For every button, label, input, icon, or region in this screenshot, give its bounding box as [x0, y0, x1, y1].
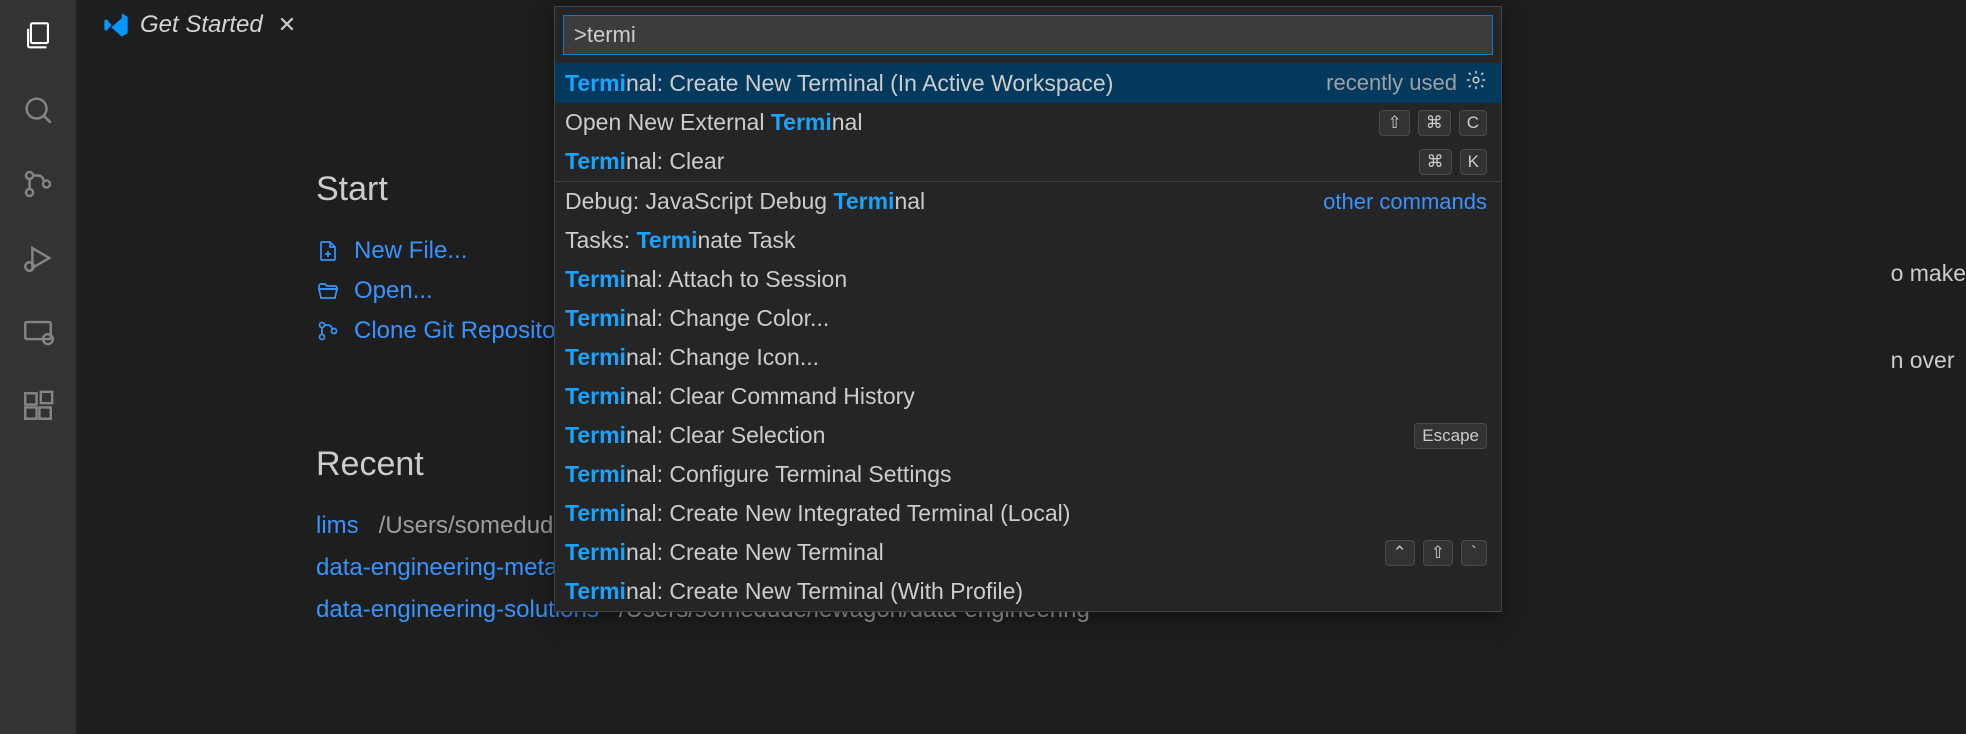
command-item-label: Debug: JavaScript Debug Terminal	[565, 188, 925, 215]
recently-used-hint: recently used	[1326, 70, 1457, 96]
command-item-label: Terminal: Create New Terminal (With Prof…	[565, 578, 1023, 605]
keybinding-key: `	[1461, 540, 1487, 566]
command-palette-item[interactable]: Terminal: Configure Terminal Settings	[555, 455, 1501, 494]
vscode-logo-icon	[102, 11, 130, 39]
keybinding-key: ⇧	[1423, 540, 1453, 566]
keybinding-key: ⌃	[1385, 540, 1415, 566]
run-debug-icon[interactable]	[20, 240, 56, 276]
command-item-label: Tasks: Terminate Task	[565, 227, 796, 254]
open-label: Open...	[354, 277, 433, 305]
command-palette: Terminal: Create New Terminal (In Active…	[554, 6, 1502, 612]
search-icon[interactable]	[20, 92, 56, 128]
tab-title: Get Started	[140, 11, 263, 39]
command-palette-item[interactable]: Tasks: Terminate Task	[555, 221, 1501, 260]
keybinding-key: C	[1459, 110, 1487, 136]
other-commands-hint: other commands	[1323, 189, 1487, 215]
keybinding-key: ⇧	[1379, 110, 1409, 136]
command-item-label: Terminal: Create New Integrated Terminal…	[565, 500, 1070, 527]
command-item-label: Terminal: Clear	[565, 148, 724, 175]
new-file-icon	[316, 239, 340, 263]
command-item-label: Open New External Terminal	[565, 109, 862, 136]
command-item-label: Terminal: Clear Command History	[565, 383, 915, 410]
command-palette-item[interactable]: Terminal: Create New Integrated Terminal…	[555, 494, 1501, 533]
command-palette-item[interactable]: Debug: JavaScript Debug Terminal other co…	[555, 181, 1501, 221]
folder-open-icon	[316, 279, 340, 303]
command-palette-item[interactable]: Terminal: Clear ⌘ K	[555, 142, 1501, 181]
command-palette-item[interactable]: Terminal: Clear Command History	[555, 377, 1501, 416]
command-palette-item[interactable]: Terminal: Create New Terminal ⌃ ⇧ `	[555, 533, 1501, 572]
command-item-label: Terminal: Change Color...	[565, 305, 829, 332]
gear-icon[interactable]	[1465, 69, 1487, 97]
new-file-label: New File...	[354, 237, 467, 265]
command-palette-input[interactable]	[563, 15, 1493, 55]
command-item-label: Terminal: Clear Selection	[565, 422, 825, 449]
command-palette-item[interactable]: Terminal: Change Icon...	[555, 338, 1501, 377]
remote-explorer-icon[interactable]	[20, 314, 56, 350]
tab-get-started[interactable]: Get Started ✕	[90, 0, 313, 50]
explorer-icon[interactable]	[20, 18, 56, 54]
command-palette-list: Terminal: Create New Terminal (In Active…	[555, 63, 1501, 611]
keybinding-key: Escape	[1414, 423, 1487, 449]
git-clone-icon	[316, 319, 340, 343]
command-palette-item[interactable]: Terminal: Clear Selection Escape	[555, 416, 1501, 455]
command-item-label: Terminal: Create New Terminal	[565, 539, 884, 566]
command-palette-item[interactable]: Terminal: Change Color...	[555, 299, 1501, 338]
command-item-label: Terminal: Create New Terminal (In Active…	[565, 70, 1113, 97]
command-palette-item[interactable]: Terminal: Create New Terminal (In Active…	[555, 63, 1501, 103]
activity-bar	[0, 0, 76, 734]
recent-name[interactable]: data-engineering-meta	[316, 554, 558, 582]
command-item-label: Terminal: Attach to Session	[565, 266, 847, 293]
source-control-icon[interactable]	[20, 166, 56, 202]
close-icon[interactable]: ✕	[273, 10, 301, 40]
command-item-label: Terminal: Configure Terminal Settings	[565, 461, 952, 488]
command-item-label: Terminal: Change Icon...	[565, 344, 819, 371]
recent-name[interactable]: lims	[316, 512, 359, 540]
command-palette-item[interactable]: Terminal: Attach to Session	[555, 260, 1501, 299]
keybinding-key: K	[1460, 149, 1487, 175]
command-palette-item[interactable]: Terminal: Create New Terminal (With Prof…	[555, 572, 1501, 611]
clipped-right-text: o make n over	[1891, 260, 1966, 434]
keybinding-key: ⌘	[1418, 110, 1451, 136]
keybinding-key: ⌘	[1419, 149, 1452, 175]
extensions-icon[interactable]	[20, 388, 56, 424]
command-palette-item[interactable]: Open New External Terminal ⇧ ⌘ C	[555, 103, 1501, 142]
